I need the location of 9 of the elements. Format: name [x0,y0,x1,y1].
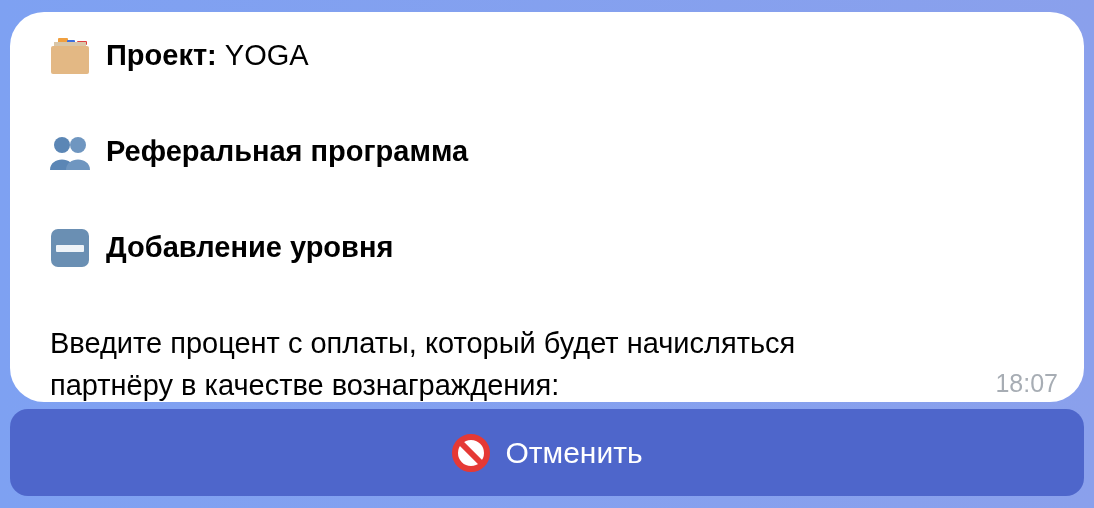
heading-text: Проект: YOGA [106,38,309,74]
message-time: 18:07 [995,367,1058,399]
heading-text: Реферальная программа [106,134,469,170]
new-badge-icon [50,228,90,268]
message-text: Введите процент с оплаты, который будет начисляться партнёру в качестве вознаграждения: [50,326,797,403]
prohibited-icon [451,432,492,473]
cancel-button[interactable]: Отменить [10,409,1084,496]
heading-text: Добавление уровня [106,230,394,266]
card-file-box-icon [50,36,90,76]
